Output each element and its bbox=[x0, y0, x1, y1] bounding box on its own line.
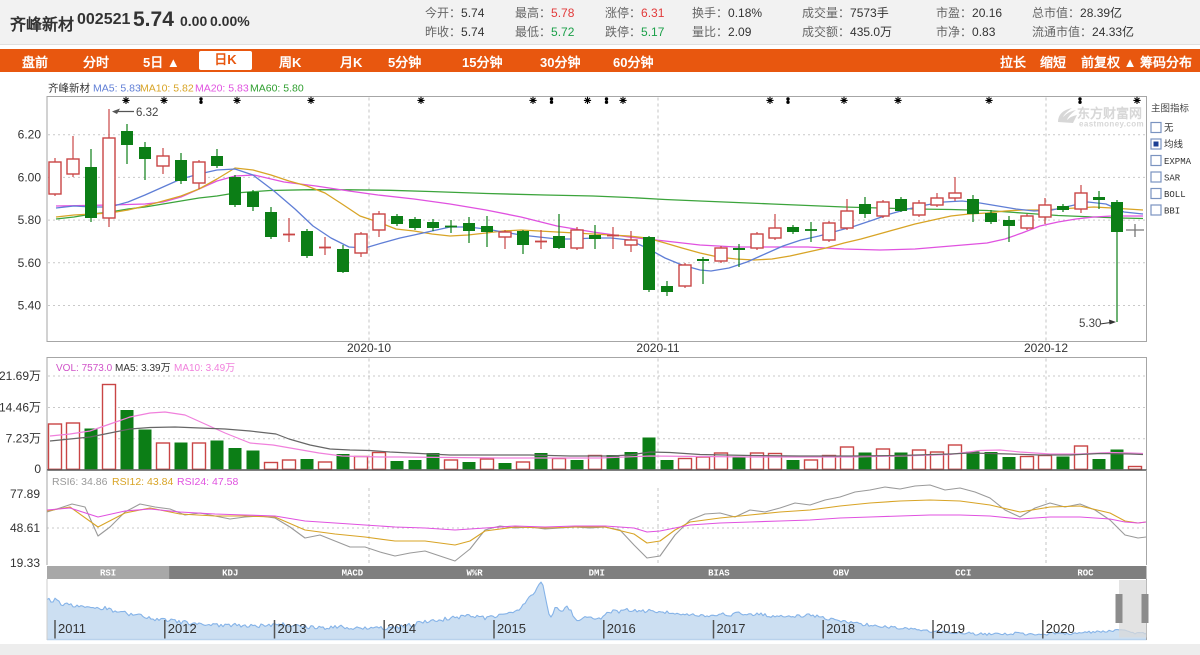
svg-text:RSI24: 47.58: RSI24: 47.58 bbox=[177, 476, 238, 488]
svg-text:2020: 2020 bbox=[1046, 621, 1075, 636]
svg-text:2017: 2017 bbox=[717, 621, 746, 636]
svg-text:5.40: 5.40 bbox=[18, 299, 42, 313]
svg-text:BBI: BBI bbox=[1164, 207, 1180, 217]
svg-text:RSI12: 43.84: RSI12: 43.84 bbox=[112, 476, 173, 488]
svg-text:48.61: 48.61 bbox=[10, 521, 40, 535]
svg-text:MA5: 3.39万: MA5: 3.39万 bbox=[115, 363, 171, 374]
svg-text:21.69万: 21.69万 bbox=[0, 369, 41, 383]
svg-text:SAR: SAR bbox=[1164, 174, 1181, 184]
svg-text:CCI: CCI bbox=[955, 569, 971, 579]
svg-text:MA10: 5.82: MA10: 5.82 bbox=[140, 83, 194, 95]
svg-text:5.30: 5.30 bbox=[1079, 318, 1101, 330]
svg-text:6.20: 6.20 bbox=[18, 128, 42, 142]
svg-text:均线: 均线 bbox=[1164, 139, 1184, 151]
svg-text:EXPMA: EXPMA bbox=[1164, 157, 1192, 167]
svg-text:DMI: DMI bbox=[589, 569, 605, 579]
svg-text:BOLL: BOLL bbox=[1164, 190, 1186, 200]
svg-text:77.89: 77.89 bbox=[10, 487, 40, 501]
svg-text:2016: 2016 bbox=[607, 621, 636, 636]
svg-text:RSI: RSI bbox=[100, 569, 116, 579]
svg-text:5.60: 5.60 bbox=[18, 256, 42, 270]
svg-text:2020-11: 2020-11 bbox=[636, 341, 679, 355]
svg-text:2020-10: 2020-10 bbox=[347, 341, 391, 355]
svg-text:ROC: ROC bbox=[1077, 569, 1094, 579]
svg-text:2012: 2012 bbox=[168, 621, 197, 636]
svg-text:齐峰新材: 齐峰新材 bbox=[48, 82, 90, 95]
svg-text:MA5: 5.83: MA5: 5.83 bbox=[93, 83, 141, 95]
svg-text:OBV: OBV bbox=[833, 569, 850, 579]
svg-text:0: 0 bbox=[34, 462, 41, 476]
svg-text:W%R: W%R bbox=[466, 569, 483, 579]
svg-text:MA10: 3.49万: MA10: 3.49万 bbox=[174, 363, 235, 374]
svg-text:MACD: MACD bbox=[342, 569, 364, 579]
svg-text:2014: 2014 bbox=[387, 621, 416, 636]
svg-text:KDJ: KDJ bbox=[222, 569, 238, 579]
svg-text:2011: 2011 bbox=[58, 621, 86, 636]
svg-text:2018: 2018 bbox=[826, 621, 855, 636]
svg-text:2020-12: 2020-12 bbox=[1024, 341, 1068, 355]
svg-text:2015: 2015 bbox=[497, 621, 526, 636]
svg-text:无: 无 bbox=[1164, 123, 1174, 134]
svg-text:MA60: 5.80: MA60: 5.80 bbox=[250, 83, 304, 95]
svg-text:7.23万: 7.23万 bbox=[6, 432, 41, 446]
svg-text:5.80: 5.80 bbox=[18, 213, 42, 227]
svg-text:BIAS: BIAS bbox=[708, 569, 730, 579]
svg-text:主图指标: 主图指标 bbox=[1151, 103, 1190, 115]
svg-text:2019: 2019 bbox=[936, 621, 965, 636]
svg-text:6.00: 6.00 bbox=[18, 170, 42, 184]
svg-text:RSI6: 34.86: RSI6: 34.86 bbox=[52, 476, 108, 488]
svg-text:14.46万: 14.46万 bbox=[0, 401, 41, 415]
svg-text:MA20: 5.83: MA20: 5.83 bbox=[195, 83, 249, 95]
svg-text:19.33: 19.33 bbox=[10, 556, 40, 570]
svg-text:2013: 2013 bbox=[278, 621, 307, 636]
svg-text:6.32: 6.32 bbox=[136, 107, 158, 119]
svg-text:VOL: 7573.0: VOL: 7573.0 bbox=[56, 363, 113, 374]
svg-text:eastmoney.com: eastmoney.com bbox=[1079, 120, 1144, 129]
